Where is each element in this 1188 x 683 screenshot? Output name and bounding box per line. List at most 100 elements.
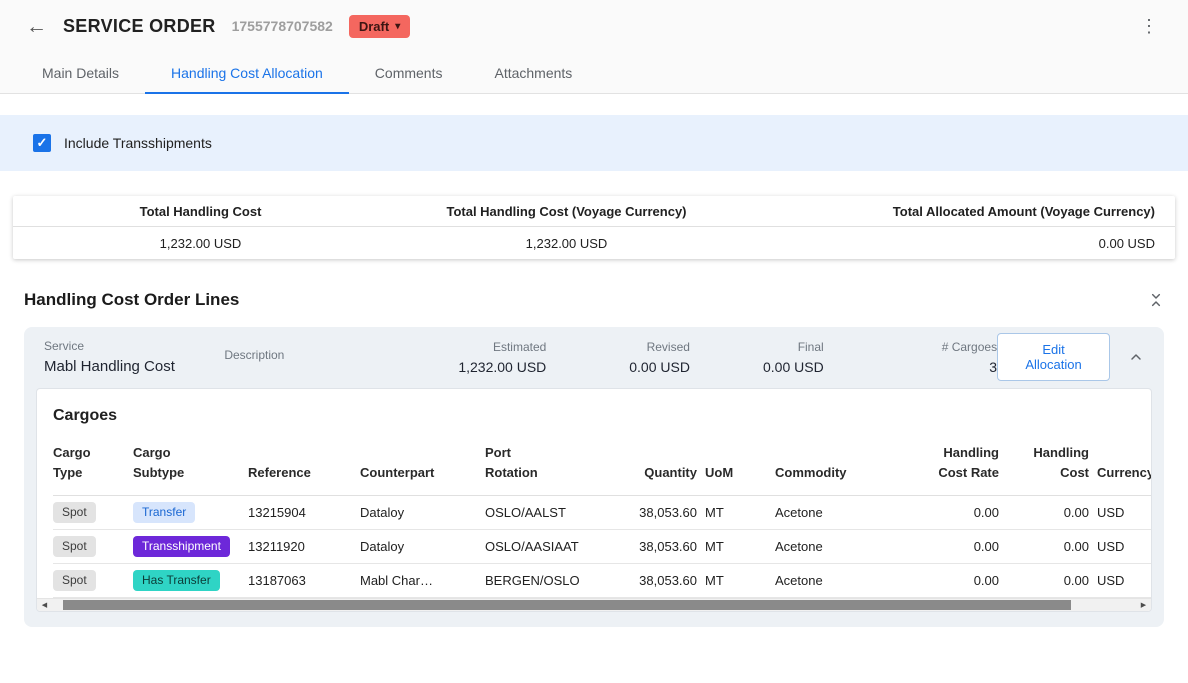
cargo-type-chip: Spot (53, 502, 96, 523)
service-label: Service (44, 339, 224, 353)
cargo-type-chip: Spot (53, 570, 96, 591)
cargo-row: Spot Has Transfer 13187063 Mabl Char… BE… (53, 564, 1151, 598)
final-label: Final (690, 340, 824, 354)
col-cargo-subtype: Cargo Subtype (133, 439, 248, 496)
final-value: 0.00 USD (690, 359, 824, 375)
commodity-cell: Acetone (775, 564, 935, 598)
uom-cell: MT (705, 496, 775, 530)
cargo-row: Spot Transshipment 13211920 Dataloy OSLO… (53, 530, 1151, 564)
port-rotation-cell: BERGEN/OSLO (485, 564, 627, 598)
status-badge-label: Draft (359, 19, 389, 34)
col-handling-cost: Handling Cost (1007, 439, 1097, 496)
tab-bar: Main Details Handling Cost Allocation Co… (0, 52, 1188, 93)
include-transshipments-checkbox[interactable]: ✓ (33, 134, 51, 152)
counterpart-cell: Mabl Char… (360, 564, 485, 598)
currency-cell: USD (1097, 496, 1151, 530)
cargoes-table-clip: Cargo Type Cargo Subtype Reference Count… (37, 439, 1151, 598)
reference-cell: 13211920 (248, 530, 360, 564)
tab-handling-cost-allocation[interactable]: Handling Cost Allocation (145, 52, 349, 94)
cargo-row: Spot Transfer 13215904 Dataloy OSLO/AALS… (53, 496, 1151, 530)
col-handling-cost-rate: Handling Cost Rate (935, 439, 1007, 496)
estimated-value: 1,232.00 USD (403, 359, 547, 375)
scroll-right-icon[interactable]: ▶ (1136, 599, 1151, 611)
col-commodity: Commodity (775, 439, 935, 496)
handling-cost-cell: 0.00 (1007, 564, 1097, 598)
caret-down-icon: ▾ (395, 21, 400, 32)
port-rotation-cell: OSLO/AALST (485, 496, 627, 530)
total-allocated-amount-header: Total Allocated Amount (Voyage Currency) (745, 204, 1175, 219)
cargo-subtype-chip: Has Transfer (133, 570, 220, 591)
handling-cost-rate-cell: 0.00 (935, 530, 1007, 564)
total-handling-cost-header: Total Handling Cost (13, 204, 388, 219)
app-bar: ← SERVICE ORDER 1755778707582 Draft ▾ ⋮ … (0, 0, 1188, 94)
col-port-rotation: Port Rotation (485, 439, 627, 496)
reference-cell: 13187063 (248, 564, 360, 598)
revised-label: Revised (546, 340, 690, 354)
tab-attachments[interactable]: Attachments (468, 52, 598, 94)
order-number: 1755778707582 (232, 18, 333, 34)
col-quantity: Quantity (627, 439, 705, 496)
tab-main-details[interactable]: Main Details (16, 52, 145, 94)
cargoes-header-row: Cargo Type Cargo Subtype Reference Count… (53, 439, 1151, 496)
counterpart-cell: Dataloy (360, 496, 485, 530)
total-handling-cost-voyage-value: 1,232.00 USD (388, 236, 745, 251)
cargoes-card: Cargoes Cargo Type Cargo Subtype Referen… (36, 388, 1152, 612)
col-uom: UoM (705, 439, 775, 496)
chevron-up-icon[interactable] (1128, 349, 1144, 365)
description-label: Description (224, 348, 402, 362)
uom-cell: MT (705, 564, 775, 598)
revised-value: 0.00 USD (546, 359, 690, 375)
check-icon: ✓ (37, 135, 48, 151)
horizontal-scrollbar[interactable]: ◀ ▶ (37, 598, 1151, 611)
cargoes-title: Cargoes (37, 389, 1151, 439)
handling-cost-rate-cell: 0.00 (935, 564, 1007, 598)
estimated-label: Estimated (403, 340, 547, 354)
cargo-count-label: # Cargoes (824, 340, 997, 354)
scroll-left-icon[interactable]: ◀ (37, 599, 52, 611)
cargo-subtype-chip: Transfer (133, 502, 195, 523)
status-badge[interactable]: Draft ▾ (349, 15, 410, 38)
more-options-icon[interactable]: ⋮ (1136, 16, 1162, 37)
service-value: Mabl Handling Cost (44, 358, 224, 375)
commodity-cell: Acetone (775, 530, 935, 564)
include-transshipments-label: Include Transshipments (64, 135, 212, 151)
cargo-count-value: 3 (824, 359, 997, 375)
collapse-all-icon[interactable] (1148, 292, 1164, 308)
total-handling-cost-voyage-header: Total Handling Cost (Voyage Currency) (388, 204, 745, 219)
handling-cost-cell: 0.00 (1007, 496, 1097, 530)
reference-cell: 13215904 (248, 496, 360, 530)
col-currency: Currency (1097, 439, 1151, 496)
order-lines-section-header: Handling Cost Order Lines (0, 259, 1188, 327)
total-handling-cost-value: 1,232.00 USD (13, 236, 388, 251)
uom-cell: MT (705, 530, 775, 564)
totals-header-row: Total Handling Cost Total Handling Cost … (13, 196, 1175, 227)
col-reference: Reference (248, 439, 360, 496)
col-cargo-type: Cargo Type (53, 439, 133, 496)
transshipments-banner: ✓ Include Transshipments (0, 115, 1188, 171)
quantity-cell: 38,053.60 (627, 530, 705, 564)
cargoes-table: Cargo Type Cargo Subtype Reference Count… (53, 439, 1151, 598)
currency-cell: USD (1097, 530, 1151, 564)
commodity-cell: Acetone (775, 496, 935, 530)
total-allocated-amount-value: 0.00 USD (745, 236, 1175, 251)
handling-cost-cell: 0.00 (1007, 530, 1097, 564)
app-bar-top: ← SERVICE ORDER 1755778707582 Draft ▾ ⋮ (0, 0, 1188, 52)
order-lines-section-title: Handling Cost Order Lines (24, 290, 239, 310)
totals-summary-card: Total Handling Cost Total Handling Cost … (13, 196, 1175, 259)
scrollbar-thumb[interactable] (63, 600, 1071, 610)
cargo-subtype-chip: Transshipment (133, 536, 230, 557)
scrollbar-track[interactable] (52, 599, 1136, 611)
back-icon[interactable]: ← (26, 16, 47, 37)
counterpart-cell: Dataloy (360, 530, 485, 564)
order-line-summary-row: Service Mabl Handling Cost Description E… (24, 327, 1164, 387)
totals-values-row: 1,232.00 USD 1,232.00 USD 0.00 USD (13, 227, 1175, 259)
port-rotation-cell: OSLO/AASIAAT (485, 530, 627, 564)
tab-comments[interactable]: Comments (349, 52, 469, 94)
page-title: SERVICE ORDER (63, 16, 216, 37)
edit-allocation-button[interactable]: Edit Allocation (997, 333, 1110, 381)
handling-cost-rate-cell: 0.00 (935, 496, 1007, 530)
cargo-type-chip: Spot (53, 536, 96, 557)
currency-cell: USD (1097, 564, 1151, 598)
handling-cost-order-line-card: Service Mabl Handling Cost Description E… (24, 327, 1164, 627)
quantity-cell: 38,053.60 (627, 496, 705, 530)
